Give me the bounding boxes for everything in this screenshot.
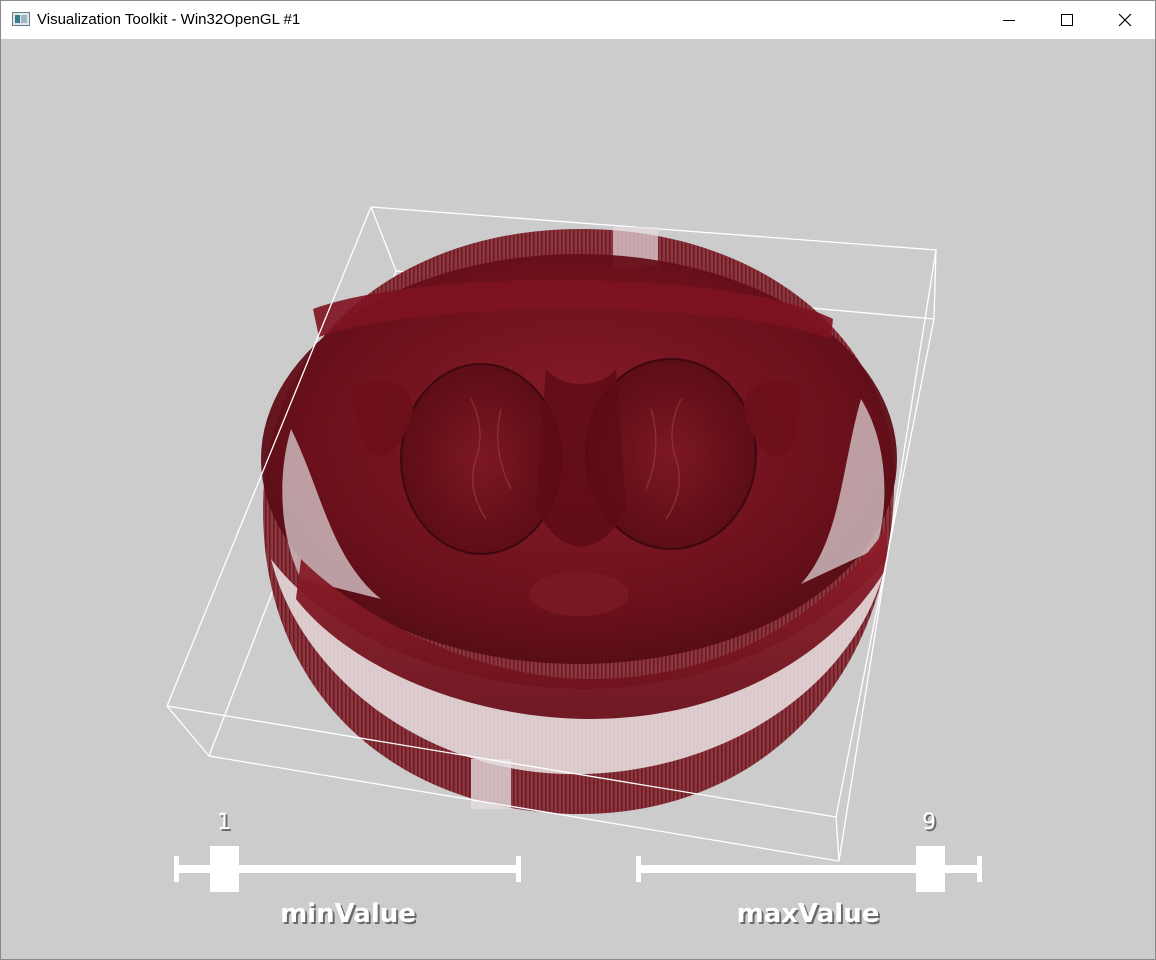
vtk-app-icon [12, 12, 30, 26]
render-viewport[interactable]: 1 minValue 9 maxValue [1, 39, 1155, 959]
close-icon [1118, 13, 1132, 27]
vtk-render-window: Visualization Toolkit - Win32OpenGL #1 1… [0, 0, 1156, 960]
min-slider-handle[interactable] [210, 846, 239, 892]
title-bar[interactable]: Visualization Toolkit - Win32OpenGL #1 [1, 1, 1155, 39]
minimize-button[interactable] [980, 1, 1038, 39]
maximize-button[interactable] [1038, 1, 1096, 39]
min-slider-value: 1 [217, 810, 231, 835]
maximize-icon [1061, 14, 1073, 26]
close-button[interactable] [1096, 1, 1154, 39]
volume-scene [166, 206, 937, 862]
volume-cylinder [261, 227, 897, 814]
min-slider-label: minValue [280, 899, 416, 929]
min-slider-right-cap [516, 856, 521, 882]
max-slider-handle[interactable] [916, 846, 945, 892]
window-title: Visualization Toolkit - Win32OpenGL #1 [37, 11, 301, 28]
max-slider-value: 9 [922, 810, 936, 835]
minimize-icon [1003, 20, 1015, 21]
max-slider-label: maxValue [736, 899, 880, 929]
max-slider-right-cap [977, 856, 982, 882]
